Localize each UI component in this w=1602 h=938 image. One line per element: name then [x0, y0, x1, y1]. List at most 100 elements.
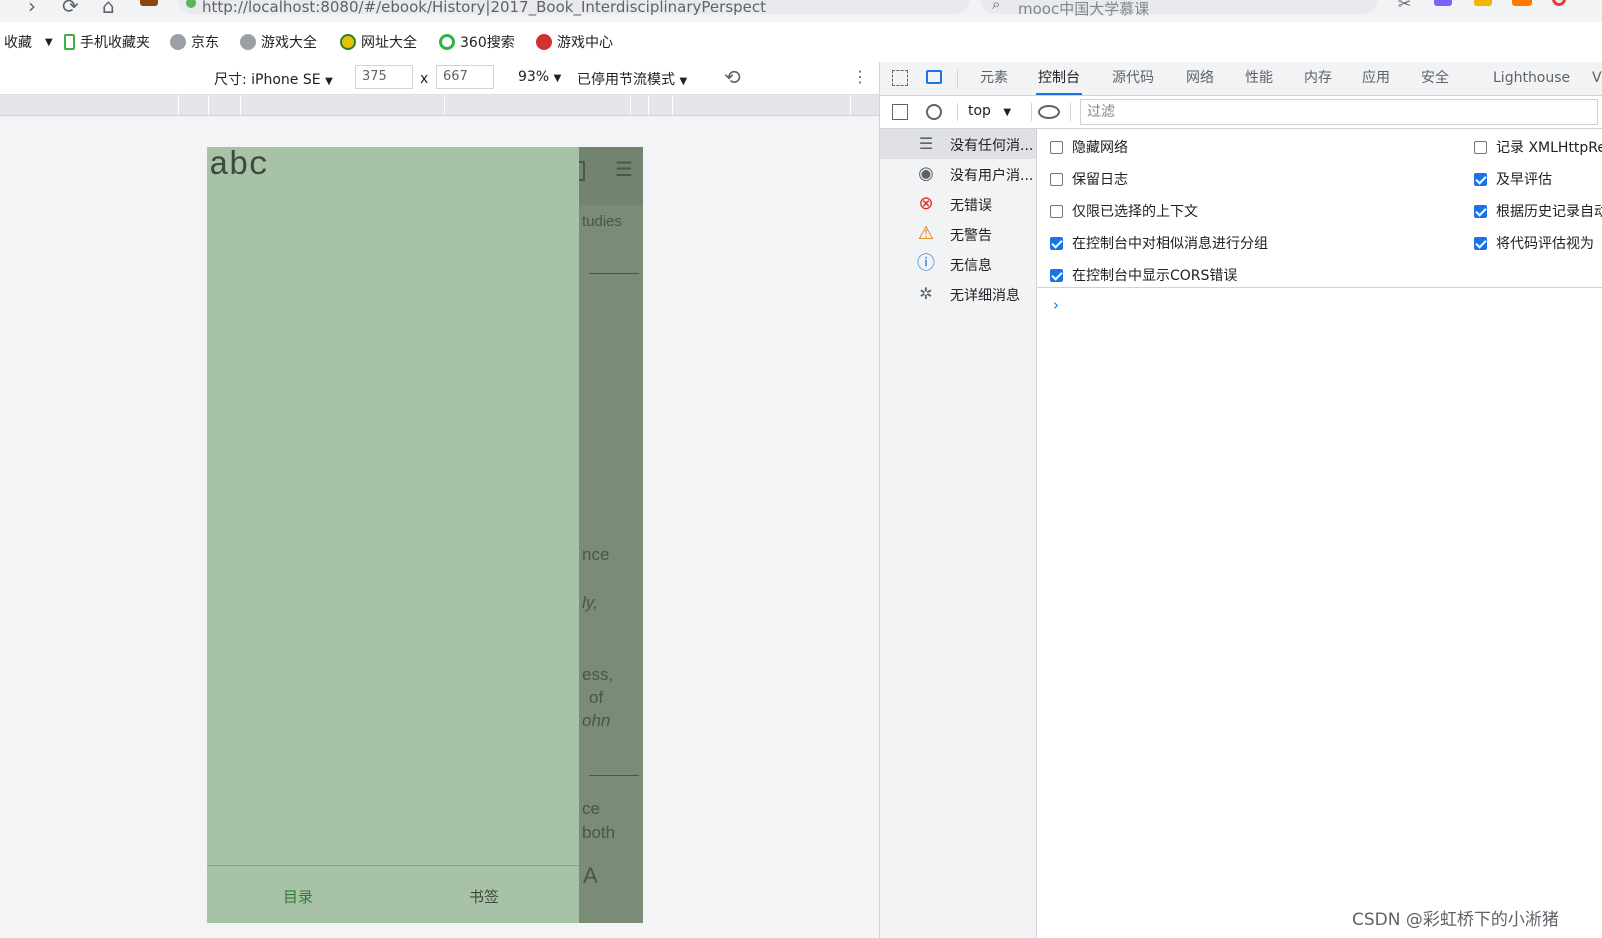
sidebar-item-info[interactable]: ⓘ 无信息 — [880, 249, 1036, 279]
checkbox[interactable] — [1050, 204, 1063, 218]
rotate-icon[interactable]: ⟲ — [724, 65, 741, 89]
address-bar[interactable]: http://localhost:8080/#/ebook/History|20… — [178, 0, 970, 16]
context-select[interactable]: top ▼ — [968, 103, 1011, 119]
dropdown-arrow-icon: ▼ — [325, 76, 333, 87]
device-label: 尺寸: iPhone SE — [214, 72, 321, 88]
console-prompt-icon[interactable]: › — [1053, 296, 1059, 314]
error-icon: ⊗ — [918, 193, 934, 214]
zoom-label: 93% — [518, 69, 550, 85]
bookmark-favorites[interactable]: 收藏 ▼ — [4, 32, 53, 52]
address-text: http://localhost:8080/#/ebook/History|20… — [202, 0, 767, 16]
phone-screen[interactable]: ☰ tudies nce ly, ess, of ohn ce both A a… — [207, 147, 643, 923]
forward-icon[interactable]: › — [28, 0, 36, 18]
inspect-icon[interactable] — [892, 70, 908, 86]
content-fragment: ly, — [582, 593, 598, 612]
setting-autocomplete-history[interactable]: 根据历史记录自动 — [1474, 201, 1602, 221]
throttle-select[interactable]: 已停用节流模式 ▼ — [577, 69, 687, 89]
setting-eager-eval[interactable]: 及早评估 — [1474, 169, 1552, 189]
power-icon[interactable] — [1552, 0, 1566, 6]
zoom-select[interactable]: 93% ▼ — [518, 69, 561, 85]
bookmark-label: 游戏中心 — [557, 35, 613, 51]
separator — [1070, 103, 1071, 121]
console-toolbar: top ▼ 过滤 — [880, 96, 1602, 129]
tab-security[interactable]: 安全 — [1419, 62, 1451, 95]
clear-console-icon[interactable] — [926, 104, 942, 120]
sidebar-item-label: 无详细消息 — [950, 288, 1020, 304]
content-fragment: ce — [582, 799, 600, 818]
menu-icon[interactable]: ☰ — [615, 157, 633, 182]
width-input[interactable]: 375 — [355, 65, 413, 89]
eye-icon[interactable] — [1038, 105, 1060, 119]
more-icon[interactable]: ⋮ — [852, 67, 868, 86]
sidebar-item-warnings[interactable]: ⚠ 无警告 — [880, 219, 1036, 249]
setting-group-similar[interactable]: 在控制台中对相似消息进行分组 — [1050, 233, 1268, 253]
font-size-icon[interactable]: A — [583, 863, 598, 889]
warning-icon: ⚠ — [917, 223, 935, 244]
extension-icon[interactable] — [140, 0, 158, 6]
tab-more[interactable]: V — [1590, 62, 1602, 95]
extension-icon[interactable] — [1434, 0, 1452, 6]
search-icon: ⌕ — [992, 0, 1001, 13]
setting-hide-network[interactable]: 隐藏网络 — [1050, 137, 1128, 157]
media-query-ruler[interactable] — [0, 95, 879, 116]
tab-sources[interactable]: 源代码 — [1110, 62, 1156, 95]
star-icon[interactable] — [1512, 0, 1532, 6]
search-360-icon — [439, 34, 455, 50]
home-icon[interactable]: ⌂ — [102, 0, 115, 18]
scissors-icon[interactable]: ✂ — [1398, 0, 1411, 13]
bookmark-games[interactable]: 游戏大全 — [240, 32, 317, 52]
device-toggle-icon[interactable] — [926, 70, 942, 84]
checkbox[interactable] — [1474, 236, 1487, 250]
sidebar-item-label: 无警告 — [950, 228, 992, 244]
setting-selected-context[interactable]: 仅限已选择的上下文 — [1050, 201, 1198, 221]
setting-preserve-log[interactable]: 保留日志 — [1050, 169, 1128, 189]
bookmark-game-center[interactable]: 游戏中心 — [536, 32, 613, 52]
tab-network[interactable]: 网络 — [1184, 62, 1216, 95]
bug-icon: ✲ — [919, 284, 933, 303]
height-input[interactable]: 667 — [436, 65, 494, 89]
setting-label: 根据历史记录自动 — [1496, 204, 1602, 220]
bookmark-jd[interactable]: 京东 — [170, 32, 219, 52]
shield-icon[interactable] — [1474, 0, 1492, 6]
sidebar-toggle-icon[interactable] — [892, 104, 908, 120]
checkbox[interactable] — [1474, 172, 1487, 186]
secure-icon — [186, 0, 196, 8]
bookmark-360[interactable]: 360搜索 — [439, 32, 515, 52]
plus-circle-icon — [340, 34, 356, 50]
tab-catalog[interactable]: 目录 — [283, 886, 313, 907]
separator — [1031, 103, 1032, 121]
bookmark-hao[interactable]: 网址大全 — [340, 32, 417, 52]
setting-log-xhr[interactable]: 记录 XMLHttpRe — [1474, 137, 1602, 157]
tab-bookmarks[interactable]: 书签 — [469, 886, 499, 907]
checkbox[interactable] — [1050, 140, 1063, 154]
sidebar-item-user-messages[interactable]: ◉ 没有用户消... — [880, 159, 1036, 189]
reload-icon[interactable]: ⟳ — [62, 0, 79, 18]
tab-elements[interactable]: 元素 — [978, 62, 1010, 95]
checkbox[interactable] — [1474, 140, 1487, 154]
setting-eval-user-gesture[interactable]: 将代码评估视为 — [1474, 233, 1594, 253]
checkbox[interactable] — [1050, 172, 1063, 186]
bookmark-label: 手机收藏夹 — [80, 35, 150, 51]
checkbox[interactable] — [1474, 204, 1487, 218]
device-select[interactable]: 尺寸: iPhone SE ▼ — [214, 69, 333, 89]
search-box[interactable]: ⌕ mooc中国大学慕课 — [980, 0, 1378, 18]
drawer-tab-bar: 目录 书签 — [207, 865, 579, 923]
phone-icon — [64, 34, 75, 50]
bookmark-mobile[interactable]: 手机收藏夹 — [64, 32, 150, 52]
sidebar-item-verbose[interactable]: ✲ 无详细消息 — [880, 279, 1036, 309]
sidebar-item-messages[interactable]: ☰ 没有任何消... — [880, 129, 1036, 159]
tab-console[interactable]: 控制台 — [1036, 62, 1082, 95]
sidebar-item-errors[interactable]: ⊗ 无错误 — [880, 189, 1036, 219]
filter-input[interactable]: 过滤 — [1080, 99, 1598, 125]
info-icon: ⓘ — [917, 253, 935, 274]
throttle-label: 已停用节流模式 — [577, 72, 675, 88]
tab-performance[interactable]: 性能 — [1243, 62, 1275, 95]
checkbox[interactable] — [1050, 268, 1063, 282]
tab-memory[interactable]: 内存 — [1302, 62, 1334, 95]
tab-application[interactable]: 应用 — [1360, 62, 1392, 95]
bookmark-label: 网址大全 — [361, 35, 417, 51]
tab-lighthouse[interactable]: Lighthouse — [1491, 62, 1572, 95]
content-fragment: ess, — [582, 665, 614, 684]
checkbox[interactable] — [1050, 236, 1063, 250]
setting-cors-errors[interactable]: 在控制台中显示CORS错误 — [1050, 265, 1237, 285]
